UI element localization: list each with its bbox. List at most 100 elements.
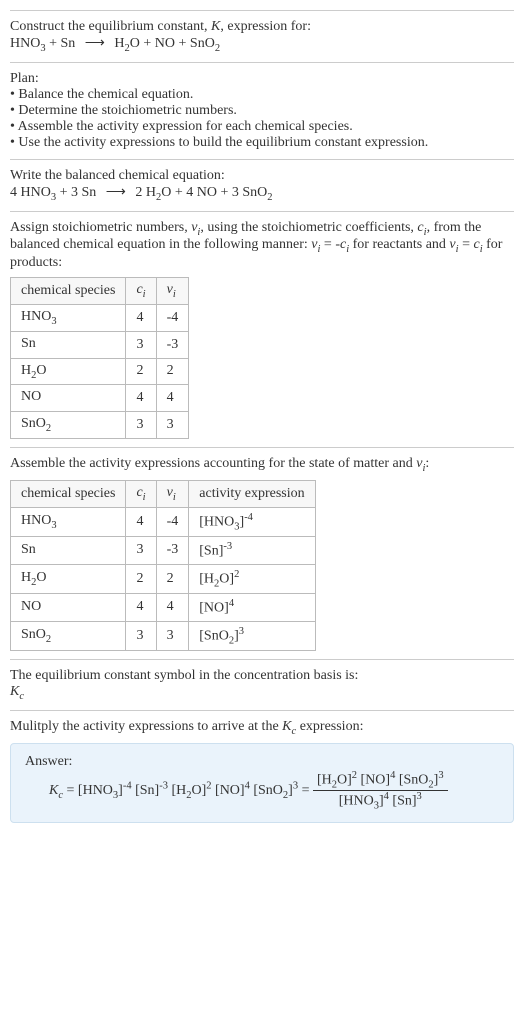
text: , using the stoichiometric coefficients, bbox=[200, 220, 417, 235]
species: HNO bbox=[10, 36, 40, 51]
exp: -3 bbox=[223, 541, 232, 552]
term: O] bbox=[337, 772, 352, 787]
sp: NO bbox=[21, 389, 41, 404]
act: [SnO bbox=[199, 628, 229, 643]
cell: 4 bbox=[126, 507, 156, 536]
cell: 4 bbox=[126, 385, 156, 412]
table-row: H2O22 bbox=[11, 358, 189, 385]
activity-table: chemical species ci νi activity expressi… bbox=[10, 480, 316, 651]
text: Assign stoichiometric numbers, bbox=[10, 220, 191, 235]
sp: H bbox=[21, 570, 31, 585]
cell: H2O bbox=[11, 358, 126, 385]
col-vi: νi bbox=[156, 480, 189, 507]
cell: 2 bbox=[156, 358, 189, 385]
species: SnO bbox=[190, 36, 215, 51]
cell: -4 bbox=[156, 507, 189, 536]
cell: 3 bbox=[126, 331, 156, 358]
cell: [NO]4 bbox=[189, 594, 315, 622]
term: 4 HNO bbox=[10, 185, 51, 200]
cell: 3 bbox=[126, 412, 156, 439]
text: Mulitply the activity expressions to arr… bbox=[10, 719, 282, 734]
sp: Sn bbox=[21, 542, 36, 557]
stoich-table: chemical species ci νi HNO34-4 Sn3-3 H2O… bbox=[10, 277, 189, 439]
activity-section: Assemble the activity expressions accoun… bbox=[10, 447, 514, 659]
table-row: Sn3-3[Sn]-3 bbox=[11, 537, 316, 565]
table-header-row: chemical species ci νi activity expressi… bbox=[11, 480, 316, 507]
cell: [H2O]2 bbox=[189, 564, 315, 593]
answer-expression: Kc = [HNO3]-4 [Sn]-3 [H2O]2 [NO]4 [SnO2]… bbox=[25, 770, 499, 812]
multiply-lead: Mulitply the activity expressions to arr… bbox=[10, 719, 514, 737]
plan-bullet: • Assemble the activity expression for e… bbox=[10, 119, 514, 135]
term: [Sn] bbox=[389, 794, 417, 809]
sub: i bbox=[173, 289, 176, 300]
term: [NO] bbox=[357, 772, 390, 787]
cell: SnO2 bbox=[11, 412, 126, 439]
k: K bbox=[282, 719, 291, 734]
denominator: [HNO3]4 [Sn]3 bbox=[313, 791, 448, 811]
symbol-lead: The equilibrium constant symbol in the c… bbox=[10, 668, 514, 684]
exp: -4 bbox=[244, 512, 253, 523]
col-vi: νi bbox=[156, 278, 189, 305]
table-row: NO 44 bbox=[11, 385, 189, 412]
eq: = bbox=[298, 783, 313, 798]
cell: 4 bbox=[156, 385, 189, 412]
col-activity: activity expression bbox=[189, 480, 315, 507]
sub: c bbox=[19, 691, 24, 702]
sub: 2 bbox=[215, 43, 220, 54]
cell: HNO3 bbox=[11, 507, 126, 536]
term: [NO] bbox=[212, 783, 245, 798]
sub: 2 bbox=[46, 423, 51, 434]
sp: SnO bbox=[21, 416, 46, 431]
cell: -4 bbox=[156, 304, 189, 331]
plan-section: Plan: • Balance the chemical equation. •… bbox=[10, 62, 514, 159]
text: = bbox=[459, 237, 474, 252]
plus: + bbox=[175, 36, 190, 51]
exp: -3 bbox=[159, 780, 168, 791]
sp: Sn bbox=[21, 336, 36, 351]
act: [NO] bbox=[199, 601, 229, 616]
term: [HNO bbox=[78, 783, 113, 798]
cell: 3 bbox=[126, 621, 156, 650]
plan-bullet: • Balance the chemical equation. bbox=[10, 87, 514, 103]
term: [SnO bbox=[250, 783, 283, 798]
species: O bbox=[130, 36, 140, 51]
plan-bullet: • Use the activity expressions to build … bbox=[10, 135, 514, 151]
sub: i bbox=[143, 289, 146, 300]
cell: H2O bbox=[11, 564, 126, 593]
cell: NO bbox=[11, 385, 126, 412]
col-species: chemical species bbox=[11, 480, 126, 507]
text: Construct the equilibrium constant, bbox=[10, 19, 211, 34]
arrow-icon: ⟶ bbox=[100, 185, 132, 200]
eq: = bbox=[63, 783, 78, 798]
cell: -3 bbox=[156, 537, 189, 565]
term: [HNO bbox=[339, 794, 374, 809]
table-row: H2O22[H2O]2 bbox=[11, 564, 316, 593]
act: [Sn] bbox=[199, 544, 223, 559]
unbalanced-equation: HNO3 + Sn ⟶ H2O + NO + SnO2 bbox=[10, 35, 514, 54]
sub: 2 bbox=[267, 192, 272, 203]
col-ci: ci bbox=[126, 278, 156, 305]
table-row: Sn3-3 bbox=[11, 331, 189, 358]
term: O + 4 NO + 3 SnO bbox=[161, 185, 267, 200]
cell: [SnO2]3 bbox=[189, 621, 315, 650]
text: , expression for: bbox=[220, 19, 311, 34]
k: K bbox=[10, 684, 19, 699]
symbol-section: The equilibrium constant symbol in the c… bbox=[10, 659, 514, 710]
cell: SnO2 bbox=[11, 621, 126, 650]
table-row: HNO34-4 bbox=[11, 304, 189, 331]
cell: Sn bbox=[11, 537, 126, 565]
cell: HNO3 bbox=[11, 304, 126, 331]
exp: 3 bbox=[239, 626, 244, 637]
sp: O bbox=[36, 363, 46, 378]
cell: 3 bbox=[126, 537, 156, 565]
term: O] bbox=[192, 783, 207, 798]
text: : bbox=[425, 456, 429, 471]
cell: NO bbox=[11, 594, 126, 622]
k: K bbox=[49, 783, 58, 798]
sub: i bbox=[173, 492, 176, 503]
multiply-section: Mulitply the activity expressions to arr… bbox=[10, 710, 514, 831]
cell: [Sn]-3 bbox=[189, 537, 315, 565]
cell: 2 bbox=[126, 564, 156, 593]
text: for reactants and bbox=[349, 237, 449, 252]
sub: 3 bbox=[51, 316, 56, 327]
